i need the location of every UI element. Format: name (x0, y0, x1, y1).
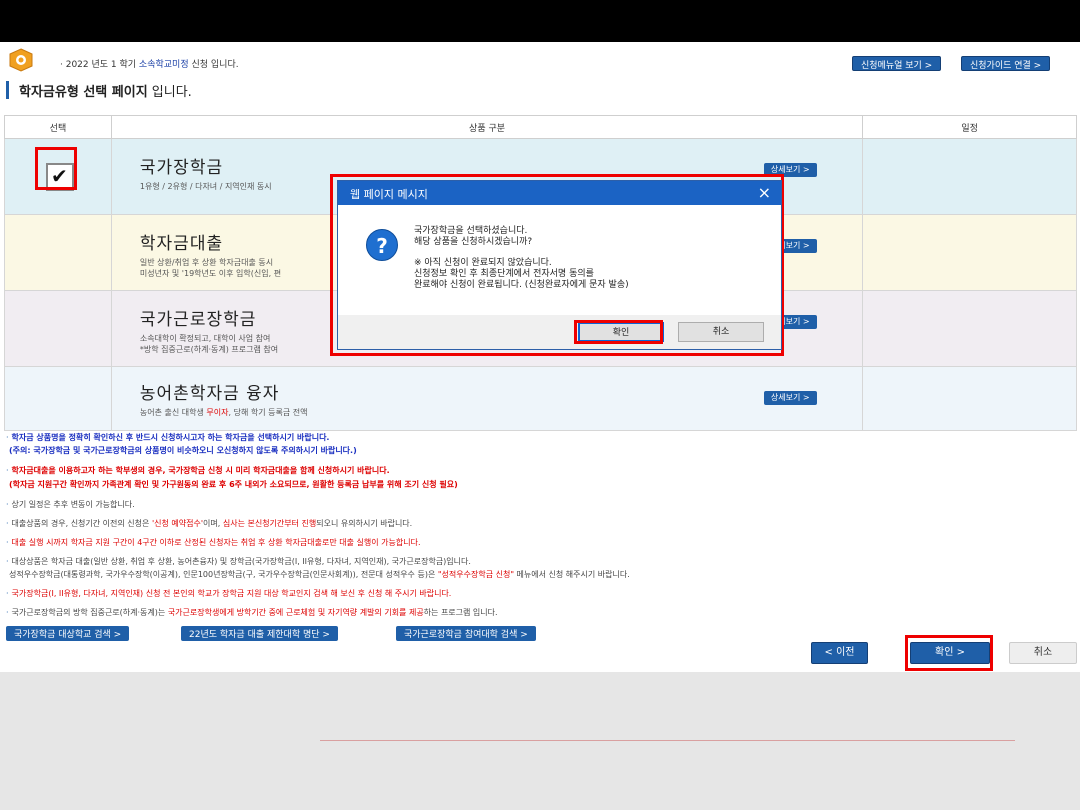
dialog-title: 웹 페이지 메시지 (350, 188, 428, 201)
product-desc-b: , 당해 학기 등록금 전액 (228, 408, 308, 417)
notice-prefix: · 2022 년도 1 학기 (60, 60, 139, 70)
question-icon: ? (366, 229, 398, 261)
dialog-body: ? 국가장학금을 선택하셨습니다. 해당 상품을 신청하시겠습니까? ※ 아직 … (338, 205, 781, 315)
note-text: 메뉴에서 신청 해주시기 바랍니다. (514, 570, 630, 579)
list-item: (주의: 국가장학금 및 국가근로장학금의 상품명이 비슷하오니 오신청하지 않… (6, 445, 357, 457)
note-text: 학자금 상품명을 정확히 확인하신 후 반드시 신청하시고자 하는 학자금을 선… (11, 433, 330, 442)
note-text: (학자금 지원구간 확인까지 가족관계 확인 및 가구원동의 완료 후 6주 내… (9, 480, 458, 489)
list-item: · 대출 실행 시까지 학자금 지원 구간이 4구간 이하로 산정된 신청자는 취… (6, 538, 421, 547)
product-name: 농어촌학자금 융자 (139, 384, 280, 404)
note-text: 대출상품의 경우, 신청기간 이전의 신청은 (11, 519, 152, 528)
notice-suffix: 신청 입니다. (188, 60, 239, 70)
list-item: · 상기 일정은 추후 변동이 가능합니다. (6, 500, 135, 509)
product-name: 학자금대출 (139, 234, 224, 254)
highlight-checkbox (35, 147, 77, 190)
note-text: 상기 일정은 추후 변동이 가능합니다. (11, 500, 135, 509)
message-dialog: 웹 페이지 메시지 × ? 국가장학금을 선택하셨습니다. 해당 상품을 신청하… (337, 180, 782, 350)
note-text: 대상상품은 학자금 대출(일반 상환, 취업 후 상환, 농어촌융자) 및 장학… (11, 557, 471, 566)
dialog-footer: 확인 취소 (338, 315, 781, 349)
table-row: 농어촌학자금 융자 농어촌 출신 대학생 무이자, 당해 학기 등록금 전액 상… (4, 366, 1077, 431)
note-text: 국가근로장학금의 방학 집중근로(하계·동계)는 (11, 608, 168, 617)
dialog-message: 국가장학금을 선택하셨습니다. 해당 상품을 신청하시겠습니까? ※ 아직 신청… (414, 226, 629, 291)
product-desc-a: 농어촌 출신 대학생 (139, 408, 207, 417)
header-product: 상품 구분 (110, 115, 864, 139)
prev-button[interactable]: < 이전 (811, 642, 868, 664)
dialog-line: 해당 상품을 신청하시겠습니까? (414, 237, 533, 247)
product-desc: 소속대학이 확정되고, 대학이 사업 참여 *방학 집중근로(하계·동계) 프로… (140, 333, 278, 355)
list-item: 성적우수장학금(대통령과학, 국가우수장학(이공계), 인문100년장학금(구,… (6, 569, 630, 581)
note-text: 대출 실행 시까지 학자금 지원 구간이 4구간 이하로 산정된 신청자는 취업… (11, 538, 421, 547)
note-text: 이며, (203, 519, 223, 528)
dialog-line: 국가장학금을 선택하셨습니다. (414, 226, 528, 236)
dialog-titlebar: 웹 페이지 메시지 × (338, 181, 781, 205)
note-text: 되오니 유의하시기 바랍니다. (316, 519, 413, 528)
product-desc: 일반 상환/취업 후 상환 학자금대출 동시 미성년자 및 '19학년도 이후 … (140, 257, 281, 279)
restricted-college-list-button[interactable]: 22년도 학자금 대출 제한대학 명단 > (181, 626, 338, 641)
dialog-cancel-button[interactable]: 취소 (678, 322, 764, 342)
page-title-bold: 학자금유형 선택 페이지 (19, 85, 148, 100)
page-title-rest: 입니다. (147, 85, 192, 100)
product-desc: 농어촌 출신 대학생 무이자, 당해 학기 등록금 전액 (140, 407, 308, 418)
product-desc-line2: 미성년자 및 '19학년도 이후 입학(신입, 편 (139, 269, 282, 278)
product-name: 국가장학금 (139, 158, 224, 178)
note-text: 국가장학금(I, II유형, 다자녀, 지역인재) 신청 전 본인의 학교가 장… (11, 589, 452, 598)
school-search-button[interactable]: 국가장학금 대상학교 검색 > (6, 626, 130, 641)
list-item: · 국가장학금(I, II유형, 다자녀, 지역인재) 신청 전 본인의 학교가 … (6, 589, 452, 598)
dialog-line: 신청정보 확인 후 최종단계에서 전자서명 동의를 (414, 269, 594, 279)
top-bar: · 2022 년도 1 학기 소속학교미정 신청 입니다. 신청메뉴얼 보기 >… (8, 48, 1072, 76)
note-text: (주의: 국가장학금 및 국가근로장학금의 상품명이 비슷하오니 오신청하지 않… (9, 446, 357, 455)
product-desc: 1유형 / 2유형 / 다자녀 / 지역인재 동시 (139, 182, 272, 191)
manual-button[interactable]: 신청메뉴얼 보기 > (852, 56, 942, 71)
product-desc-red: 무이자 (206, 408, 229, 417)
logo-icon (9, 48, 33, 72)
guide-button[interactable]: 신청가이드 연결 > (961, 56, 1051, 71)
note-text: 하는 프로그램 입니다. (423, 608, 498, 617)
note-text: "성적우수장학금 신청" (437, 570, 515, 579)
dialog-line: 완료해야 신청이 완료됩니다. (신청완료자에게 문자 발송) (414, 280, 629, 290)
note-text: 성적우수장학금(대통령과학, 국가우수장학(이공계), 인문100년장학금(구,… (9, 570, 438, 579)
cancel-button[interactable]: 취소 (1009, 642, 1077, 664)
list-item: · 대출상품의 경우, 신청기간 이전의 신청은 '신청 예약접수'이며, 심사는… (6, 519, 413, 528)
work-college-search-button[interactable]: 국가근로장학금 참여대학 검색 > (396, 626, 536, 641)
note-text: '신청 예약접수' (151, 519, 204, 528)
notice-school: 소속학교미정 (138, 60, 189, 70)
page-footer-area (0, 672, 1080, 810)
list-item: · 학자금대출을 이용하고자 하는 학부생의 경우, 국가장학금 신청 시 미리 … (6, 466, 390, 475)
note-text: 심사는 본신청기간부터 진행 (222, 519, 317, 528)
divider-line (320, 740, 1015, 741)
product-desc-line1: 일반 상환/취업 후 상환 학자금대출 동시 (139, 258, 274, 267)
note-text: 국가근로장학생에게 방학기간 중에 근로체험 및 자기역량 계발의 기회를 제공 (167, 608, 424, 617)
list-item: · 학자금 상품명을 정확히 확인하신 후 반드시 신청하시고자 하는 학자금을 … (6, 433, 330, 442)
product-name: 국가근로장학금 (139, 310, 257, 330)
close-icon[interactable]: × (758, 183, 771, 202)
semester-notice: · 2022 년도 1 학기 소속학교미정 신청 입니다. (60, 57, 239, 70)
page-title: 학자금유형 선택 페이지 입니다. (6, 81, 192, 100)
product-desc-line1: 소속대학이 확정되고, 대학이 사업 참여 (139, 334, 271, 343)
highlight-confirm (905, 635, 993, 671)
detail-button[interactable]: 상세보기 > (763, 391, 817, 405)
list-item: (학자금 지원구간 확인까지 가족관계 확인 및 가구원동의 완료 후 6주 내… (6, 479, 458, 491)
note-text: 학자금대출을 이용하고자 하는 학부생의 경우, 국가장학금 신청 시 미리 학… (11, 466, 390, 475)
header-select: 선택 (4, 115, 112, 139)
header-schedule: 일정 (862, 115, 1077, 139)
list-item: · 대상상품은 학자금 대출(일반 상환, 취업 후 상환, 농어촌융자) 및 장… (6, 557, 471, 566)
list-item: · 국가근로장학금의 방학 집중근로(하계·동계)는 국가근로장학생에게 방학기간… (6, 608, 498, 617)
product-desc-line2: *방학 집중근로(하계·동계) 프로그램 참여 (139, 345, 279, 354)
dialog-line: ※ 아직 신청이 완료되지 않았습니다. (414, 258, 552, 268)
highlight-dialog-ok (574, 320, 663, 344)
